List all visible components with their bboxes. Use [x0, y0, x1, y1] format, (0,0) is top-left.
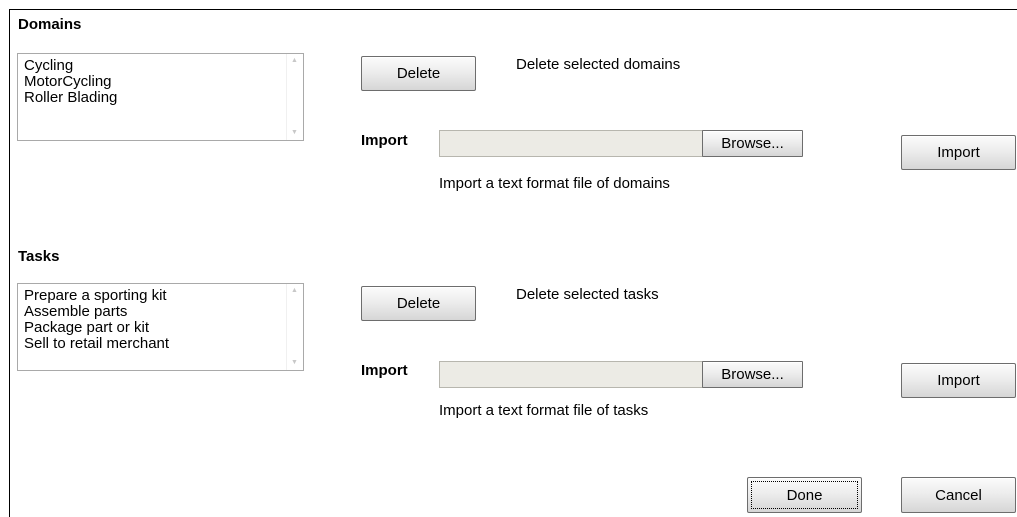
tasks-browse-button[interactable]: Browse...	[702, 361, 803, 388]
domains-title: Domains	[18, 16, 82, 33]
import-tasks-description: Import a text format file of tasks	[439, 402, 649, 419]
domains-import-label: Import	[361, 132, 408, 149]
list-item[interactable]: Package part or kit	[24, 320, 303, 336]
list-item[interactable]: Cycling	[24, 58, 303, 74]
list-item[interactable]: Sell to retail merchant	[24, 336, 303, 352]
scroll-down-icon[interactable]: ▼	[290, 359, 299, 367]
cancel-button[interactable]: Cancel	[901, 477, 1016, 513]
tasks-title: Tasks	[18, 248, 60, 265]
tasks-listbox[interactable]: Prepare a sporting kit Assemble parts Pa…	[17, 283, 304, 371]
domains-scrollbar[interactable]: ▲ ▼	[286, 54, 303, 140]
done-button[interactable]: Done	[747, 477, 862, 513]
scroll-up-icon[interactable]: ▲	[290, 287, 299, 295]
delete-domains-button[interactable]: Delete	[361, 56, 476, 91]
delete-tasks-description: Delete selected tasks	[516, 286, 659, 303]
tasks-scrollbar[interactable]: ▲ ▼	[286, 284, 303, 370]
tasks-file-input[interactable]	[439, 361, 703, 388]
scroll-up-icon[interactable]: ▲	[290, 57, 299, 65]
domains-listbox[interactable]: Cycling MotorCycling Roller Blading ▲ ▼	[17, 53, 304, 141]
import-domains-description: Import a text format file of domains	[439, 175, 670, 192]
list-item[interactable]: Roller Blading	[24, 90, 303, 106]
tasks-import-label: Import	[361, 362, 408, 379]
import-tasks-button[interactable]: Import	[901, 363, 1016, 398]
list-item[interactable]: Assemble parts	[24, 304, 303, 320]
delete-tasks-button[interactable]: Delete	[361, 286, 476, 321]
domains-browse-button[interactable]: Browse...	[702, 130, 803, 157]
scroll-down-icon[interactable]: ▼	[290, 129, 299, 137]
import-domains-button[interactable]: Import	[901, 135, 1016, 170]
delete-domains-description: Delete selected domains	[516, 56, 681, 73]
domains-file-input[interactable]	[439, 130, 703, 157]
list-item[interactable]: MotorCycling	[24, 74, 303, 90]
list-item[interactable]: Prepare a sporting kit	[24, 288, 303, 304]
